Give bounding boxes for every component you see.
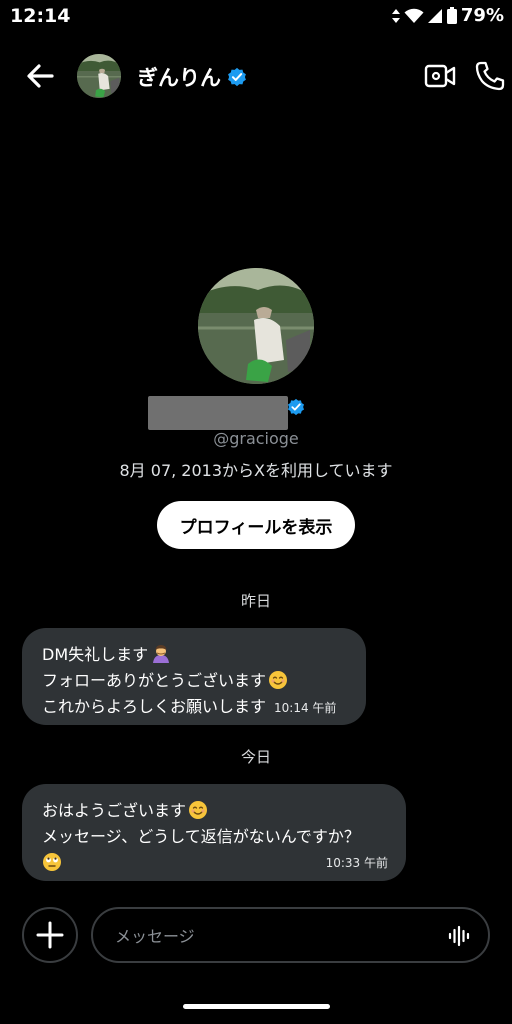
message-input[interactable]: [113, 909, 437, 963]
profile-photo: [198, 268, 314, 384]
data-arrows-icon: [391, 8, 400, 23]
face-with-rolling-eyes-emoji: [43, 853, 61, 871]
chat-header: ぎんりん: [0, 48, 512, 104]
wifi-icon: [404, 8, 424, 23]
view-profile-button[interactable]: プロフィールを表示: [157, 501, 355, 549]
profile-avatar[interactable]: [198, 268, 314, 384]
video-camera-icon: [424, 64, 456, 88]
smiling-face-emoji: [189, 801, 208, 819]
battery-icon: [446, 6, 457, 24]
message-timestamp: 10:33 午前: [325, 856, 388, 870]
header-name-group[interactable]: ぎんりん: [137, 62, 247, 92]
status-bar: 12:14 79%: [0, 0, 512, 34]
voice-message-button[interactable]: [447, 924, 471, 948]
message-line: DM失礼します: [42, 642, 348, 668]
date-separator-yesterday: 昨日: [240, 592, 271, 610]
message-line: これからよろしくお願いします 10:14 午前: [42, 697, 337, 716]
plus-icon: [36, 921, 64, 949]
header-avatar[interactable]: [77, 54, 121, 98]
home-indicator: [183, 1004, 330, 1009]
message-line: おはようございます: [42, 798, 388, 824]
message-timestamp: 10:14 午前: [274, 701, 337, 715]
message-line: フォローありがとうございます: [42, 668, 348, 694]
date-separator-today: 今日: [240, 748, 271, 766]
message-composer: [0, 907, 512, 965]
status-icons: 79%: [391, 5, 504, 26]
phone-icon: [475, 61, 505, 91]
message-line: 10:33 午前: [42, 850, 388, 876]
person-bowing-emoji: [153, 645, 170, 663]
message-line: メッセージ、どうして返信がないんですか？: [42, 827, 360, 846]
avatar-photo: [77, 54, 121, 98]
verified-badge-icon: [287, 398, 305, 416]
message-input-container: [91, 907, 490, 963]
voice-waveform-icon: [448, 925, 470, 947]
message-bubble[interactable]: DM失礼します フォローありがとうございます これからよろしくお願いします 10:…: [22, 628, 366, 725]
message-bubble[interactable]: おはようございます メッセージ、どうして返信がないんですか？ 10:33 午前: [22, 784, 406, 881]
verified-badge-icon: [228, 67, 246, 87]
voice-call-button[interactable]: [474, 60, 506, 92]
joined-date: 8月 07, 2013からXを利用しています: [119, 461, 393, 480]
status-time: 12:14: [10, 5, 71, 27]
video-call-button[interactable]: [424, 62, 456, 90]
battery-percent: 79%: [460, 5, 504, 26]
smiling-face-emoji: [269, 671, 288, 689]
add-attachment-button[interactable]: [22, 907, 78, 963]
redacted-display-name: [148, 396, 288, 430]
back-arrow-icon: [27, 64, 54, 88]
signal-icon: [427, 8, 442, 23]
contact-name: ぎんりん: [137, 66, 221, 90]
back-button[interactable]: [22, 60, 58, 92]
profile-handle: @gracioge: [213, 429, 299, 448]
